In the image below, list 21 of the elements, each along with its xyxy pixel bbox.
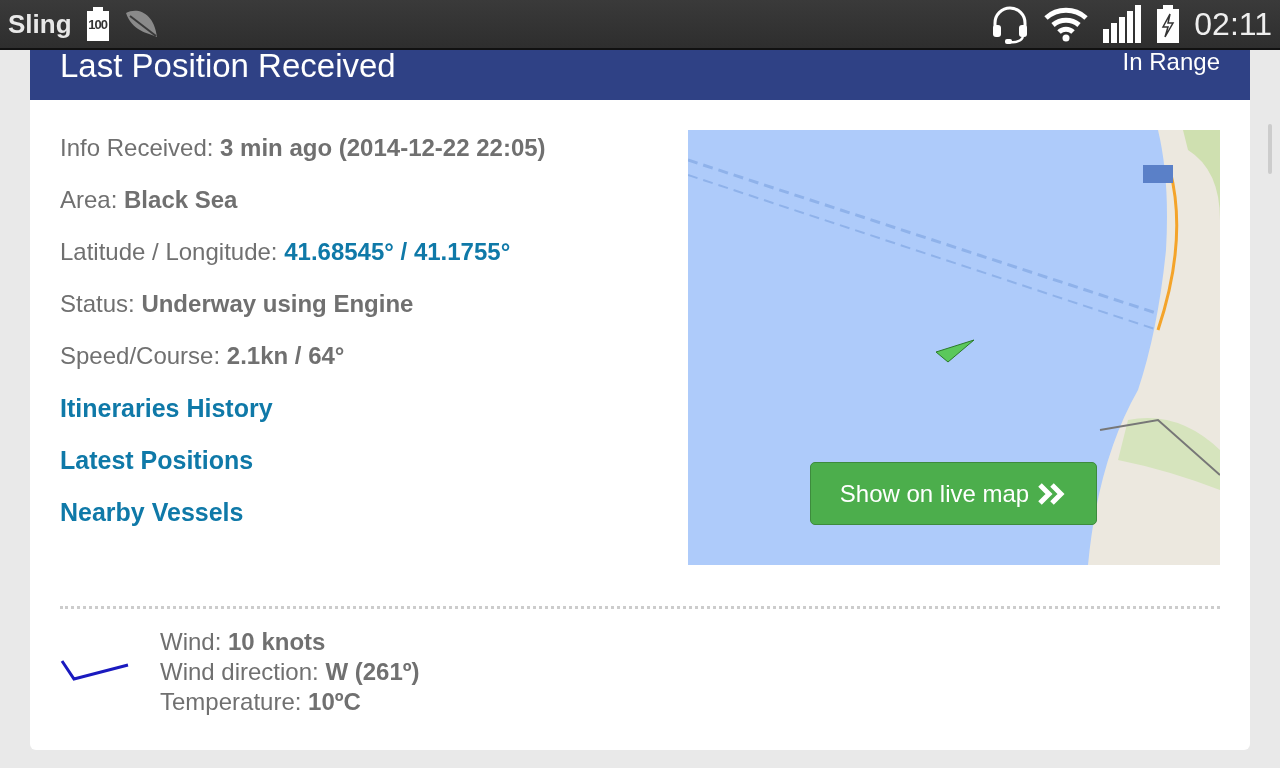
coordinates-link[interactable]: 41.68545° / 41.1755° (284, 238, 511, 265)
leaf-icon (123, 9, 160, 39)
weather-line: Wind: 10 knots (160, 627, 327, 657)
info-row-text: Area: Black Sea (60, 185, 239, 215)
range-status: In Range (1122, 50, 1220, 74)
weather-line: Wind direction: W (261º) (160, 657, 420, 687)
panel-title: Last Position Received (60, 46, 396, 86)
app-name: Sling (8, 8, 72, 40)
battery-charging-icon (1156, 5, 1181, 43)
wifi-icon (1044, 6, 1089, 42)
live-map-button[interactable]: Show on live map (810, 462, 1097, 525)
signal-icon (1102, 5, 1143, 43)
info-row-text: Latitude / Longitude: 41.68545° / 41.1755° (60, 237, 512, 267)
weather-line: Temperature: 10ºC (160, 687, 362, 717)
clock: 02:11 (1194, 5, 1272, 43)
nav-link[interactable]: Itineraries History (60, 388, 273, 440)
info-row-text: Speed/Course: 2.1kn / 64° (60, 341, 346, 371)
info-row-text: Info Received: 3 min ago (2014-12-22 22:05) (60, 133, 547, 163)
info-row-text: Status: Underway using Engine (60, 289, 415, 319)
nav-link[interactable]: Latest Positions (60, 440, 254, 492)
nav-link[interactable]: Nearby Vessels (60, 492, 244, 544)
